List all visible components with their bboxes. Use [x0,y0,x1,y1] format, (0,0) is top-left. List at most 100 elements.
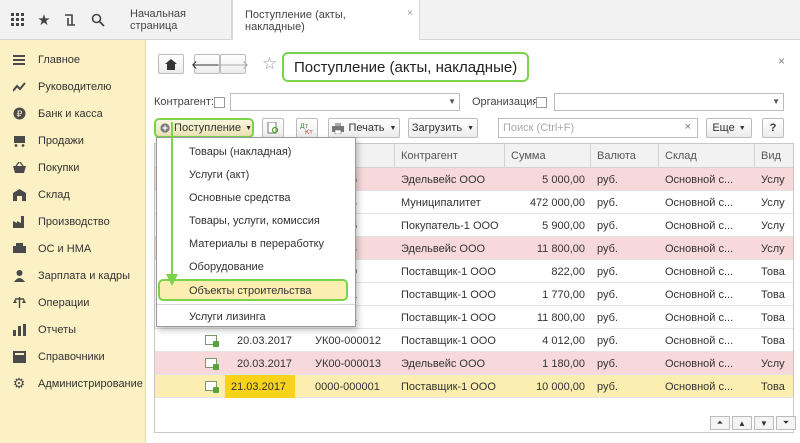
chevron-down-icon[interactable]: ▼ [772,97,780,106]
kind-cell: Това [761,334,785,347]
document-search-icon [267,122,279,134]
sidebar-item-label: Операции [38,296,90,309]
sidebar-item-bank[interactable]: ₽ Банк и касса [0,100,146,127]
print-button[interactable]: Печать ▼ [328,118,400,138]
sidebar-item-production[interactable]: Производство [0,208,146,235]
close-window-icon[interactable]: × [778,54,785,68]
counterparty-field[interactable]: ▼ [230,93,460,111]
menu-item-leasing[interactable]: Услуги лизинга [157,305,355,328]
organization-field[interactable]: ▼ [554,93,784,111]
table-row[interactable]: 20.03.2017 УК00-000013 Эдельвейс ООО 1 1… [155,352,793,375]
scroll-up-button[interactable]: ▲ [732,416,752,430]
sidebar-item-purchases[interactable]: Покупки [0,154,146,181]
sidebar-item-label: Покупки [38,161,80,174]
sidebar-item-admin[interactable]: ⚙ Администрирование [0,370,146,397]
document-posted-icon [205,381,219,393]
help-button[interactable]: ? [762,118,784,138]
column-header-counterparty[interactable]: Контрагент [395,144,505,168]
table-row[interactable]: 20.03.2017 УК00-000012 Поставщик-1 ООО 4… [155,329,793,352]
currency-cell: руб. [597,242,618,255]
copy-doc-button[interactable] [262,118,284,138]
gear-icon: ⚙ [12,375,26,391]
sidebar-item-label: Главное [38,53,81,66]
close-icon[interactable]: × [407,8,413,19]
kind-cell: Това [761,311,785,324]
counterparty-checkbox[interactable] [214,97,225,108]
column-header-warehouse[interactable]: Склад [659,144,755,168]
counterparty-cell: Муниципалитет [401,196,481,209]
sidebar-item-assets[interactable]: ОС и НМА [0,235,146,262]
kind-cell: Това [761,288,785,301]
clear-icon[interactable]: × [685,121,691,133]
sidebar-item-sales[interactable]: Продажи [0,127,146,154]
counterparty-cell: Эдельвейс ООО [401,357,486,370]
column-header-kind[interactable]: Вид [755,144,793,168]
sum-cell: 822,00 [551,265,585,278]
chevron-up-icon: ▲ [738,418,746,428]
sidebar-item-manager[interactable]: Руководителю [0,73,146,100]
table-row-selected[interactable]: 21.03.2017 0000-000001 Поставщик-1 ООО 1… [155,375,793,398]
sum-cell: 4 012,00 [542,334,585,347]
scroll-last-button[interactable]: ⏷ [776,416,796,430]
more-button[interactable]: Еще ▼ [706,118,752,138]
home-button[interactable] [158,54,184,74]
organization-checkbox[interactable] [536,97,547,108]
kind-cell: Това [761,265,785,278]
top-bar: ★ Начальная страница Поступление (акты, … [0,0,800,41]
sum-cell: 11 800,00 [536,242,585,255]
tab-home[interactable]: Начальная страница [118,0,232,40]
currency-cell: руб. [597,380,618,393]
warehouse-cell: Основной с... [665,265,734,278]
sidebar-item-label: Продажи [38,134,84,147]
last-page-icon: ⏷ [782,418,790,427]
favorite-star-icon[interactable]: ☆ [262,54,277,74]
chevron-down-icon: ▼ [245,124,252,132]
search-icon[interactable] [88,10,108,30]
tab-receipts[interactable]: Поступление (акты, накладные) × [232,0,420,41]
kind-cell: Услу [761,219,785,232]
kind-cell: Услу [761,242,785,255]
currency-cell: руб. [597,334,618,347]
load-button[interactable]: Загрузить ▼ [408,118,478,138]
document-posted-icon [205,358,219,370]
page-title: Поступление (акты, накладные) [282,52,530,82]
counterparty-cell: Покупатель-1 ООО [401,219,499,232]
counterparty-cell: Эдельвейс ООО [401,242,486,255]
debit-credit-icon: ДтКт [300,123,313,134]
sidebar-item-catalogs[interactable]: Справочники [0,343,146,370]
svg-text:₽: ₽ [16,110,22,120]
book-icon [12,350,26,364]
apps-grid-icon[interactable] [8,10,28,30]
chart-icon [12,323,26,337]
column-header-sum[interactable]: Сумма [505,144,591,168]
printer-icon [331,122,344,134]
column-header-currency[interactable]: Валюта [591,144,659,168]
tab-receipts-label: Поступление (акты, накладные) [245,8,346,33]
menu-lines-icon [12,53,26,67]
sidebar-item-operations[interactable]: Операции [0,289,146,316]
cart-icon [12,134,26,148]
trend-icon [12,80,26,94]
sidebar-item-warehouse[interactable]: Склад [0,181,146,208]
sidebar-item-label: Справочники [38,350,105,363]
page-title-text: Поступление (акты, накладные) [294,58,518,76]
sum-cell: 11 800,00 [536,311,585,324]
scroll-first-button[interactable]: ⏶ [710,416,730,430]
sidebar: Главное Руководителю ₽ Банк и касса Прод… [0,40,146,443]
first-page-icon: ⏶ [716,418,724,427]
help-button-label: ? [769,122,777,134]
svg-text:Кт: Кт [305,129,313,134]
scroll-down-button[interactable]: ▼ [754,416,774,430]
history-icon[interactable] [60,10,80,30]
sidebar-item-reports[interactable]: Отчеты [0,316,146,343]
sidebar-item-main[interactable]: Главное [0,46,146,73]
doc-number: 0000-000001 [315,380,380,393]
warehouse-cell: Основной с... [665,173,734,186]
dt-kt-button[interactable]: Дт Кт [296,118,318,138]
sidebar-item-salary[interactable]: Зарплата и кадры [0,262,146,289]
annotation-arrow [166,122,178,286]
forward-button[interactable]: 🡒 [217,54,249,74]
favorites-star-icon[interactable]: ★ [34,10,54,30]
search-input[interactable]: Поиск (Ctrl+F) × [498,118,698,138]
chevron-down-icon[interactable]: ▼ [448,97,456,106]
